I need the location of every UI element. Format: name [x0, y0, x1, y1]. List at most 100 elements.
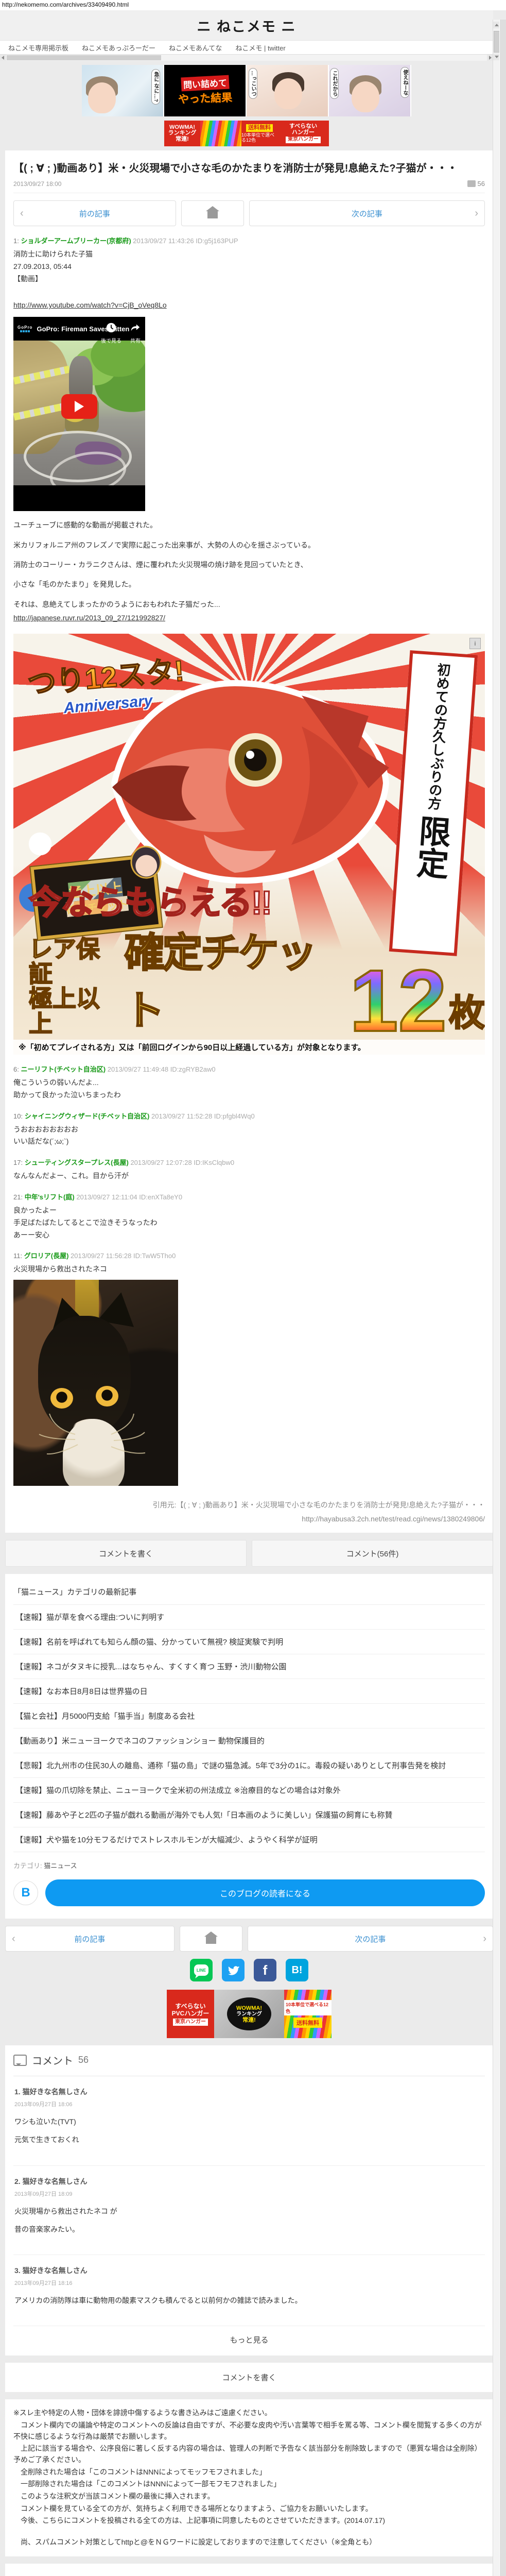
more-comments-button[interactable]: もっと見る	[13, 2326, 485, 2348]
singed-whiskers	[39, 1413, 146, 1455]
home-button[interactable]	[181, 200, 244, 226]
ad-terms-note: ※「初めてプレイされる方」又は「前回ログインから90日以上経過している方」が対象…	[13, 1039, 485, 1055]
hatena-share-icon[interactable]: B!	[286, 1959, 308, 1982]
outer-scrollbar-track[interactable]	[499, 20, 506, 2576]
ad-colors-text: 10本単位で選べる12色	[241, 132, 275, 143]
thread-post: 21: 中年'sリフト(庭) 2013/09/27 12:11:04 ID:en…	[13, 1193, 183, 1239]
ad-choices-icon[interactable]: i	[469, 637, 481, 649]
view-comments-button[interactable]: コメント(56件)	[252, 1540, 493, 1567]
comments-icon	[13, 2054, 27, 2066]
ad-headline-1: 問い詰めて	[180, 75, 230, 91]
comment-bubble-icon	[467, 180, 476, 187]
comment-count: 56	[467, 180, 485, 188]
top-nav: ねこメモ専用掲示板 ねこメモあっぷろーだー ねこメモあんてな ねこメモ | tw…	[0, 40, 493, 54]
news-item[interactable]: 【速報】猫が草を食べる理由:ついに判明す	[13, 1605, 485, 1630]
subscribe-button[interactable]: このブログの読者になる	[45, 1879, 485, 1907]
news-item[interactable]: 【速報】なお本日8月8日は世界猫の日	[13, 1679, 485, 1704]
poster-name[interactable]: シューティングスタープレス(長屋)	[25, 1159, 129, 1166]
nav-uploader-link[interactable]: ねこメモあっぷろーだー	[82, 43, 155, 53]
manga-banner-ad[interactable]: 急に なに…? 問い詰めて やった結果 …っこいつ これだから 使えねーな	[82, 65, 411, 116]
news-item[interactable]: 【猫と会社】月5000円支給「猫手当」制度ある会社	[13, 1704, 485, 1729]
poster-name[interactable]: シャイニングウィザード(チベット自治区)	[25, 1112, 150, 1120]
poster-name[interactable]: ショルダーアームブリーカー(京都府)	[21, 237, 131, 245]
share-bar: LINE f B!	[5, 1959, 493, 1982]
comments-card: コメント 56 1. 猫好きな名無しさん 2013年09月27日 18:06 ワ…	[5, 2045, 493, 2356]
ad-promo-copy: 今ならもらえる!! レア保証 極上以上 確定チケット 12 枚	[28, 883, 485, 1050]
next-article-button[interactable]: 次の記事	[249, 200, 485, 226]
ad-product-name2: ハンガー	[292, 129, 315, 135]
ad-speech-bubble: 急に なに…?	[151, 69, 160, 105]
share-button[interactable]: 共有	[130, 322, 141, 344]
video-letterbox	[13, 485, 145, 512]
category-link[interactable]: 猫ニュース	[44, 1862, 77, 1870]
poster-name[interactable]: ニーリフト(チベット自治区)	[21, 1065, 106, 1073]
wowma-badge: WOWMA! ランキング 常連!	[227, 1997, 271, 2031]
scroll-left-arrow-icon[interactable]	[0, 55, 6, 61]
thread-post: 17: シューティングスタープレス(長屋) 2013/09/27 12:07:2…	[13, 1159, 235, 1180]
nav-board-link[interactable]: ねこメモ専用掲示板	[8, 43, 68, 53]
nav-antenna-link[interactable]: ねこメモあんてな	[169, 43, 222, 53]
horizontal-scrollbar[interactable]	[0, 54, 493, 61]
poster-name[interactable]: 中年'sリフト(庭)	[25, 1193, 75, 1201]
news-item[interactable]: 【速報】名前を呼ばれても知らん顔の猫、分かっていて無視? 検証実験で判明	[13, 1630, 485, 1655]
ad-headline-2: やった結果	[178, 91, 232, 106]
section-header: 「猫ニュース」カテゴリの最新記事	[13, 1588, 137, 1597]
ad-speech-bubble: 使えねーな	[400, 67, 409, 98]
vertical-scrollbar[interactable]	[493, 20, 500, 2576]
news-item[interactable]: 【速報】猫の爪切除を禁止、ニューヨークで全米初の州法成立 ※治療目的などの場合は…	[13, 1778, 485, 1803]
wowma-banner-ad[interactable]: WOWMA! ランキング 常連! 送料無料 10本単位で選べる12色 すべらない…	[164, 121, 329, 146]
news-item[interactable]: 【速報】藤あや子と2匹の子猫が戯れる動画が海外でも人気!「日本画のように美しい」…	[13, 1803, 485, 1828]
watch-later-button[interactable]: 後で見る	[101, 322, 121, 344]
nav-twitter-link[interactable]: ねこメモ | twitter	[235, 43, 285, 53]
comments-count: 56	[78, 2055, 89, 2065]
source-article-link[interactable]: http://japanese.ruvr.ru/2013_09_27/12199…	[13, 614, 165, 622]
news-item[interactable]: 【動画あり】米ニューヨークでネコのファッションショー 動物保護目的	[13, 1728, 485, 1754]
youtube-link[interactable]: http://www.youtube.com/watch?v=CjB_oVeq8…	[13, 301, 167, 309]
play-button[interactable]	[61, 394, 97, 419]
ad-panel-3: …っこいつ	[247, 65, 329, 116]
ad-panel-2: 問い詰めて やった結果	[164, 65, 247, 116]
quote-source: 引用元:【( ; ∀ ; )動画あり】米・火災現場で小さな毛のかたまりを消防士が…	[152, 1501, 485, 1523]
facebook-share-icon[interactable]: f	[254, 1959, 276, 1982]
twitter-share-icon[interactable]	[222, 1959, 245, 1982]
write-comment-button[interactable]: コメントを書く	[5, 1540, 247, 1567]
popular-header: 人気記事	[13, 2571, 485, 2576]
thread-source-link[interactable]: http://hayabusa3.2ch.net/test/read.cgi/n…	[302, 1515, 485, 1523]
thread-post: 11: グロリア(長屋) 2013/09/27 11:56:28 ID:TwW5…	[13, 1250, 485, 1486]
write-comment-button-2[interactable]: コメントを書く	[13, 2367, 485, 2388]
home-icon	[204, 1931, 218, 1944]
home-button[interactable]	[179, 1926, 242, 1952]
clock-icon	[106, 323, 116, 333]
thread-post: 6: ニーリフト(チベット自治区) 2013/09/27 11:49:48 ID…	[13, 1065, 216, 1099]
ad-girl-face	[88, 82, 116, 113]
site-title[interactable]: ニ ねこメモ ニ	[197, 15, 296, 36]
poster-name[interactable]: グロリア(長屋)	[24, 1252, 69, 1260]
prev-article-button[interactable]: 前の記事	[13, 200, 176, 226]
comments-header: コメント	[32, 2056, 73, 2067]
prev-article-button[interactable]: 前の記事	[5, 1926, 175, 1952]
browser-url: http://nekomemo.com/archives/33409490.ht…	[0, 0, 506, 10]
rainbow-hangers-image	[200, 121, 241, 146]
ad-panel-1: 急に なに…?	[82, 65, 164, 116]
rescued-cat-photo	[13, 1280, 178, 1486]
comment-policy-notice: ※スレ主や特定の人物・団体を誹謗中傷するような書き込みはご遠慮ください。 コメン…	[5, 2399, 493, 2556]
line-share-icon[interactable]: LINE	[190, 1959, 213, 1982]
thread-post: 1: ショルダーアームブリーカー(京都府) 2013/09/27 11:43:2…	[13, 235, 485, 624]
wowma-banner-ad-2[interactable]: すべらない PVCハンガー 東京ハンガー WOWMA! ランキング 常連! 10…	[167, 1990, 331, 2039]
article-card: 【( ; ∀ ; )動画あり】米・火災現場で小さな毛のかたまりを消防士が発見!息…	[5, 150, 493, 1533]
article-title: 【( ; ∀ ; )動画あり】米・火災現場で小さな毛のかたまりを消防士が発見!息…	[13, 163, 458, 174]
ad-boy-face	[274, 78, 302, 109]
category-latest-card: 「猫ニュース」カテゴリの最新記事 【速報】猫が草を食べる理由:ついに判明す 【速…	[5, 1574, 493, 1919]
gopro-logo: GoPro	[18, 325, 32, 333]
comment-item: 3. 猫好きな名無しさん 2013年09月27日 18:16 アメリカの消防隊は…	[13, 2255, 485, 2327]
horizontal-scrollbar-thumb[interactable]	[7, 55, 161, 60]
news-item[interactable]: 【速報】犬や猫を10分モフるだけでストレスホルモンが大幅減少、ようやく科学が証明	[13, 1827, 485, 1853]
next-article-button[interactable]: 次の記事	[247, 1926, 493, 1952]
youtube-player[interactable]: GoPro GoPro: Fireman Saves Kitten 後で見る 共…	[13, 317, 145, 512]
fishing-game-ad[interactable]: i つり12スタ! Anniversary 初めての方 久しぶりの方 限定 極上…	[13, 633, 485, 1055]
livedoor-blog-icon: B	[13, 1880, 38, 1906]
ad-panel-4: これだから 使えねーな	[329, 65, 411, 116]
news-item[interactable]: 【速報】ネコがタヌキに授乳...はなちゃん、すくすく育つ 玉野・渋川動物公園	[13, 1654, 485, 1680]
news-item[interactable]: 【悲報】北九州市の住民30人の離島、通称「猫の島」で謎の猫急減。5年で3分の1に…	[13, 1753, 485, 1778]
free-shipping-badge: 送料無料	[293, 2018, 322, 2028]
